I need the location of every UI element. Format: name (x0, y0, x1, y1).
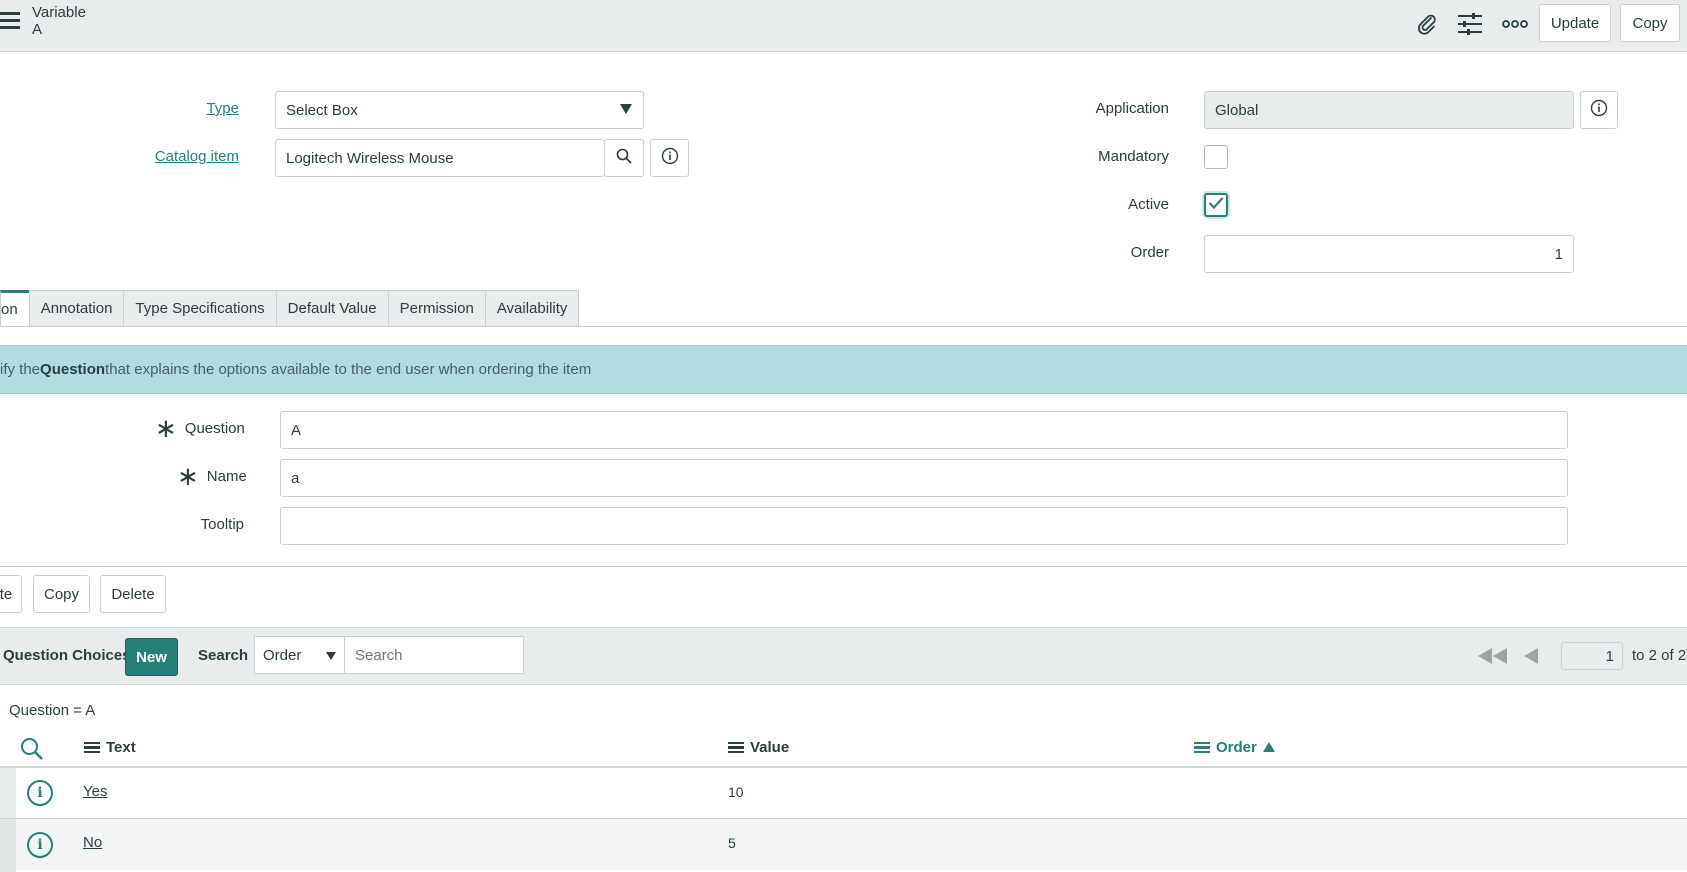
mandatory-label: Mandatory (1098, 148, 1169, 165)
banner-suffix: that explains the options available to t… (105, 361, 592, 378)
tab-question[interactable]: on (0, 290, 30, 326)
column-menu-icon[interactable] (84, 740, 100, 756)
record-name: A (32, 21, 43, 38)
application-field: Global (1204, 91, 1574, 129)
tab-annotation[interactable]: Annotation (28, 290, 125, 326)
row-value: 10 (728, 784, 744, 800)
record-header: Variable A Update Copy (0, 0, 1687, 52)
row-text-link[interactable]: No (83, 834, 102, 851)
more-options-icon[interactable] (1500, 10, 1530, 38)
active-label: Active (1128, 196, 1169, 213)
list-filter-breadcrumb[interactable]: Question = A (9, 702, 95, 719)
search-label: Search (198, 647, 249, 664)
personalize-form-icon[interactable] (1455, 10, 1485, 38)
tab-type-specifications[interactable]: Type Specifications (123, 290, 277, 326)
order-value: 1 (1554, 245, 1563, 263)
column-header-order-label: Order (1216, 739, 1257, 756)
application-info-button[interactable] (1580, 91, 1618, 129)
column-header-text-label: Text (106, 739, 136, 756)
row-value: 5 (728, 835, 736, 851)
name-input-value: a (291, 469, 300, 487)
section-divider (0, 566, 1687, 567)
lookup-search-button[interactable] (604, 139, 644, 177)
banner-prefix: ify the (0, 361, 41, 378)
chevron-down-icon (619, 102, 633, 119)
mandatory-checkbox[interactable] (1204, 145, 1228, 169)
application-value: Global (1215, 101, 1259, 119)
copy-button-bottom[interactable]: Copy (33, 575, 90, 613)
catalog-item-info-button[interactable] (650, 139, 689, 177)
tab-divider (0, 326, 1687, 327)
info-banner: ify the Question that explains the optio… (0, 345, 1687, 394)
row-text-link[interactable]: Yes (83, 783, 107, 800)
order-label: Order (1130, 244, 1169, 261)
tooltip-input[interactable] (280, 507, 1568, 545)
search-field-value: Order (263, 646, 302, 664)
related-list-title: Question Choices (3, 647, 131, 664)
column-search-icon[interactable] (20, 737, 44, 765)
catalog-item-value: Logitech Wireless Mouse (286, 149, 454, 167)
row-selector[interactable] (0, 819, 16, 872)
update-button-bottom[interactable]: te (0, 575, 22, 613)
question-input[interactable]: A (280, 411, 1568, 449)
application-label: Application (1095, 100, 1169, 117)
row-info-icon[interactable]: i (27, 832, 53, 858)
paperclip-icon[interactable] (1412, 10, 1442, 38)
search-field-select[interactable]: Order (254, 636, 345, 674)
type-label[interactable]: Type (150, 100, 239, 117)
catalog-item-label[interactable]: Catalog item (120, 148, 239, 165)
tab-availability[interactable]: Availability (484, 290, 580, 326)
column-menu-icon[interactable] (1194, 740, 1210, 756)
catalog-item-field[interactable]: Logitech Wireless Mouse (275, 139, 605, 177)
hamburger-menu-icon[interactable] (0, 12, 20, 32)
name-input[interactable]: a (280, 459, 1568, 497)
tab-permission[interactable]: Permission (387, 290, 486, 326)
column-header-text[interactable]: Text (84, 739, 136, 756)
record-type: Variable (32, 4, 86, 21)
order-field[interactable]: 1 (1204, 235, 1574, 273)
type-select[interactable]: Select Box (275, 91, 644, 129)
list-search-input[interactable] (344, 636, 524, 674)
tab-default-value[interactable]: Default Value (275, 290, 389, 326)
search-icon (616, 148, 632, 168)
column-menu-icon[interactable] (728, 740, 744, 756)
page-number-value: 1 (1605, 647, 1614, 665)
name-label-group: ∗ Name (177, 461, 247, 491)
column-header-order[interactable]: Order (1194, 739, 1275, 756)
row-selector[interactable] (0, 768, 16, 818)
previous-page-icon[interactable] (1524, 648, 1538, 668)
delete-button[interactable]: Delete (100, 575, 166, 613)
active-checkbox[interactable] (1204, 193, 1228, 217)
page-range: to 2 of 2 (1632, 647, 1687, 664)
checkmark-icon (1208, 196, 1224, 214)
banner-bold: Question (40, 361, 106, 378)
column-header-value-label: Value (750, 739, 790, 756)
chevron-down-icon (326, 647, 336, 664)
required-asterisk-icon: ∗ (177, 461, 199, 491)
question-input-value: A (291, 421, 302, 439)
question-label: Question (184, 419, 245, 437)
table-row: i No 5 (0, 818, 1687, 872)
row-info-icon[interactable]: i (27, 780, 53, 806)
required-asterisk-icon: ∗ (155, 413, 177, 443)
new-button[interactable]: New (125, 638, 178, 676)
info-icon (661, 147, 679, 169)
sort-ascending-icon (1262, 739, 1275, 756)
section-tabs: on Annotation Type Specifications Defaul… (0, 290, 580, 326)
update-button[interactable]: Update (1539, 4, 1611, 42)
name-label: Name (206, 467, 247, 485)
info-icon (1590, 99, 1608, 121)
first-page-icon[interactable] (1478, 648, 1508, 668)
type-select-value: Select Box (286, 101, 358, 119)
record-title: Variable A (32, 4, 86, 38)
column-header-value[interactable]: Value (728, 739, 789, 756)
related-list-toolbar: Question Choices New Search Order 1 to 2… (0, 627, 1687, 685)
copy-button[interactable]: Copy (1620, 4, 1680, 42)
tooltip-label: Tooltip (200, 516, 244, 533)
question-label-group: ∗ Question (155, 413, 245, 443)
page-number-input[interactable]: 1 (1561, 642, 1623, 670)
table-row: i Yes 10 (0, 766, 1687, 818)
